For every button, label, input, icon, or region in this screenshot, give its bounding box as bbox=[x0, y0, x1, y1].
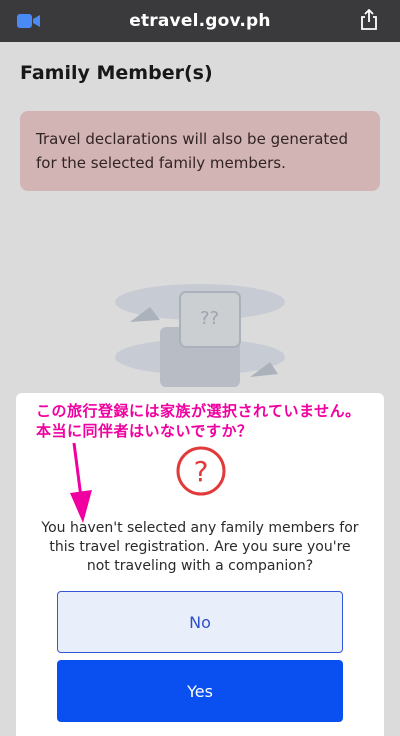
yes-button[interactable]: Yes bbox=[57, 660, 343, 722]
share-icon[interactable] bbox=[360, 9, 378, 31]
browser-top-bar: etravel.gov.ph bbox=[0, 0, 400, 42]
video-camera-icon[interactable] bbox=[17, 13, 41, 29]
no-button[interactable]: No bbox=[57, 591, 343, 653]
annotation-line-2: 本当に同伴者はいないですか？ bbox=[36, 422, 253, 440]
annotation-line-1: この旅行登録には家族が選択されていません。 bbox=[36, 402, 361, 420]
url-text[interactable]: etravel.gov.ph bbox=[129, 11, 270, 31]
japanese-annotation: この旅行登録には家族が選択されていません。 本当に同伴者はいないですか？ bbox=[36, 401, 396, 441]
svg-text:?: ? bbox=[194, 455, 209, 488]
dialog-message: You haven't selected any family members … bbox=[41, 520, 359, 574]
question-circle-icon: ? bbox=[176, 446, 226, 496]
annotation-arrow-icon bbox=[70, 443, 92, 523]
